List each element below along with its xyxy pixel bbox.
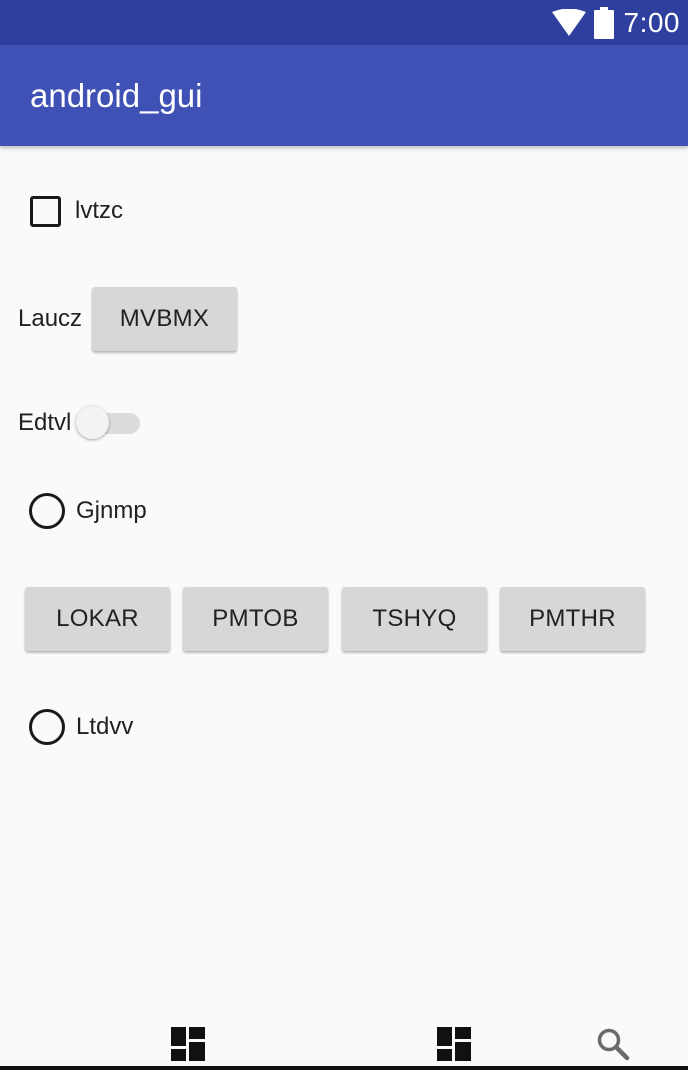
battery-icon (593, 6, 614, 39)
pmthr-button[interactable]: PMTHR (500, 587, 645, 651)
tshyq-button[interactable]: TSHYQ (342, 587, 487, 651)
pmtob-button[interactable]: PMTOB (183, 587, 328, 651)
dashboard-icon[interactable] (437, 1027, 471, 1066)
laucz-label: Laucz (18, 305, 83, 332)
radio-button[interactable] (29, 709, 65, 745)
radio-ltdvv[interactable]: Ltdvv (29, 709, 133, 745)
wifi-icon (551, 8, 586, 37)
switch-thumb[interactable] (76, 406, 109, 439)
mvbmx-button[interactable]: MVBMX (92, 287, 237, 351)
edtvl-label: Edtvl (18, 409, 72, 436)
status-bar: 7:00 (0, 0, 688, 45)
checkbox-lvtzc[interactable]: lvtzc (30, 194, 123, 228)
radio-button[interactable] (29, 493, 65, 529)
search-icon[interactable] (596, 1027, 630, 1066)
checkbox-box[interactable] (30, 195, 61, 227)
status-time: 7:00 (623, 6, 680, 38)
radio-label: Ltdvv (76, 713, 134, 740)
bottom-divider (0, 1036, 688, 1070)
dashboard-icon[interactable] (171, 1027, 205, 1066)
checkbox-label: lvtzc (75, 197, 123, 224)
radio-gjnmp[interactable]: Gjnmp (29, 493, 147, 529)
edtvl-switch[interactable] (76, 404, 140, 440)
app-bar: android_gui (0, 45, 688, 146)
lokar-button[interactable]: LOKAR (25, 587, 170, 651)
radio-label: Gjnmp (76, 497, 147, 524)
app-title: android_gui (30, 77, 203, 114)
